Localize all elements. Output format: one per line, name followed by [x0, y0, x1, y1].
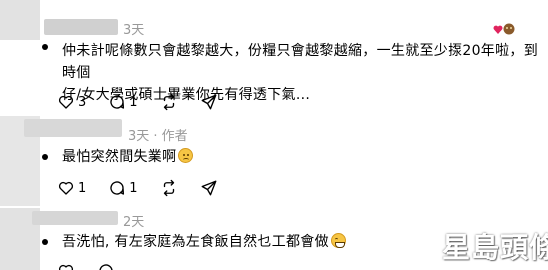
share-button[interactable]: [200, 179, 218, 197]
share-icon: [201, 180, 216, 196]
comment-1: 3天 仲未計呢條數只會越黎越大，份糧只會越黎越縮，一生就至少揼20年啦，到時個 …: [0, 0, 548, 120]
like-button[interactable]: 3: [57, 93, 86, 111]
like-button[interactable]: 1: [57, 179, 86, 197]
username-redacted[interactable]: [44, 19, 118, 35]
avatar[interactable]: [0, 0, 40, 40]
comment-actions: 3 1: [57, 92, 240, 112]
heart-icon: [58, 264, 74, 270]
comment-marker: [42, 154, 48, 160]
watermark-text: 星島頭條: [442, 231, 548, 264]
like-count: 1: [78, 180, 87, 196]
reply-button[interactable]: 1: [108, 93, 138, 111]
comment-time: 2天: [123, 215, 145, 230]
reaction-badges[interactable]: [493, 22, 517, 36]
grinning-face-emoji: [330, 233, 346, 248]
worried-face-emoji: [178, 148, 194, 163]
repost-button[interactable]: [160, 93, 178, 111]
reply-count: 1: [129, 180, 138, 196]
comment-text: 最怕突然間失業啊: [62, 146, 194, 168]
comment-time: 3天: [123, 23, 145, 38]
comment-text-line-1: 仲未計呢條數只會越黎越大，份糧只會越黎越縮，一生就至少揼20年啦，到時個: [62, 43, 539, 81]
username-redacted[interactable]: [32, 211, 118, 225]
reply-button[interactable]: 1: [108, 179, 138, 197]
share-button[interactable]: [200, 93, 218, 111]
comment-icon: [99, 264, 113, 270]
reply-count: 1: [129, 94, 138, 110]
emoji-reaction-icon: [502, 22, 516, 36]
comment-text: 吾洗怕, 有左家庭為左食飯自然乜工都會做: [62, 231, 346, 253]
like-count: 3: [78, 94, 87, 110]
comment-text-content: 吾洗怕, 有左家庭為左食飯自然乜工都會做: [62, 234, 329, 250]
comment-marker: [42, 239, 48, 245]
heart-icon: [493, 25, 503, 34]
comment-marker: [42, 44, 48, 50]
comment-2: 3天 · 作者 最怕突然間失業啊 1 1: [0, 116, 548, 208]
comment-icon: [110, 95, 125, 109]
repost-icon: [163, 179, 174, 197]
like-button[interactable]: [57, 264, 75, 270]
comment-time: 3天 · 作者: [128, 129, 188, 144]
heart-icon: [58, 95, 74, 109]
username-redacted[interactable]: [24, 119, 122, 137]
publisher-watermark: 星島頭條: [422, 222, 548, 266]
repost-button[interactable]: [160, 179, 178, 197]
comment-text-content: 最怕突然間失業啊: [62, 149, 177, 165]
comment-actions: 1 1: [57, 178, 240, 198]
share-icon: [201, 94, 216, 110]
comment-actions: [57, 264, 137, 270]
repost-icon: [163, 93, 174, 111]
heart-icon: [58, 181, 74, 195]
reply-button[interactable]: [97, 264, 115, 270]
comment-icon: [110, 181, 125, 195]
